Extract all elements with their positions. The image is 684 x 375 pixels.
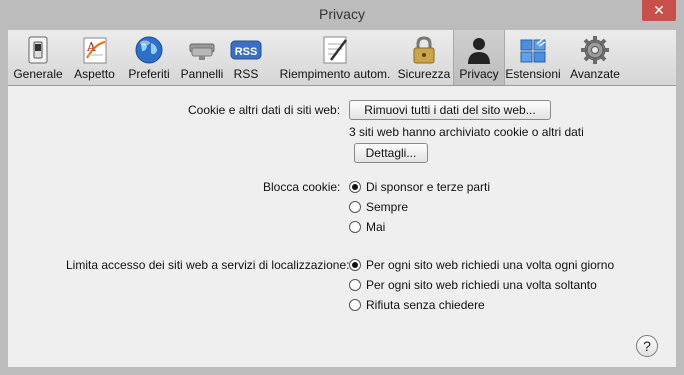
rss-icon: RSS: [230, 40, 262, 60]
cookies-info-text: 3 siti web hanno archiviato cookie o alt…: [349, 125, 584, 139]
tab-label: Avanzate: [570, 67, 620, 81]
tab-avanzate[interactable]: Avanzate: [564, 30, 626, 85]
tab-label: Privacy: [459, 67, 499, 81]
radio-label: Di sponsor e terze parti: [366, 180, 491, 194]
tab-label: Riempimento autom.: [279, 67, 391, 81]
tab-label: Sicurezza: [397, 67, 451, 81]
location-services-label: Limita accesso dei siti web a servizi di…: [66, 258, 350, 272]
radio-label: Per ogni sito web richiedi una volta ogn…: [366, 258, 615, 272]
tab-privacy[interactable]: Privacy: [453, 30, 505, 85]
window-title: Privacy: [319, 6, 365, 22]
location-once-only-radio[interactable]: [349, 279, 361, 291]
padlock-icon: [413, 36, 435, 64]
location-deny-radio[interactable]: [349, 299, 361, 311]
tabs-icon: [189, 43, 215, 60]
globe-icon: [135, 36, 163, 64]
font-style-icon: A: [83, 37, 106, 64]
radio-label: Sempre: [366, 200, 409, 214]
preferences-window: Privacy ✕ Generale A Aspetto Preferiti P…: [0, 0, 684, 375]
cookies-label: Cookie e altri dati di siti web:: [188, 103, 341, 117]
location-once-per-day-radio[interactable]: [349, 259, 361, 271]
block-cookies-label: Blocca cookie:: [263, 180, 341, 194]
tab-aspetto[interactable]: A Aspetto: [68, 30, 121, 85]
details-button[interactable]: Dettagli...: [354, 143, 428, 163]
tab-label: Pannelli: [180, 67, 224, 81]
radio-label: Mai: [366, 220, 386, 234]
tab-riempimento-autom[interactable]: Riempimento autom.: [271, 30, 399, 85]
gear-icon: [581, 36, 609, 64]
block-cookies-always-radio[interactable]: [349, 201, 361, 213]
tab-label: Preferiti: [128, 67, 170, 81]
tab-label: Estensioni: [505, 67, 561, 81]
svg-text:RSS: RSS: [235, 46, 258, 58]
person-silhouette-icon: [468, 38, 490, 64]
puzzle-icon: [520, 37, 546, 63]
radio-label: Per ogni sito web richiedi una volta sol…: [366, 278, 597, 292]
autofill-pen-icon: [323, 36, 347, 64]
remove-all-website-data-button[interactable]: Rimuovi tutti i dati del sito web...: [349, 100, 551, 120]
tab-label: Aspetto: [74, 67, 115, 81]
preferences-toolbar: Generale A Aspetto Preferiti Pannelli RS…: [8, 30, 676, 86]
tab-generale[interactable]: Generale: [8, 30, 68, 85]
tab-pannelli[interactable]: Pannelli: [177, 30, 227, 85]
tab-rss[interactable]: RSS RSS: [227, 30, 265, 85]
tab-label: RSS: [233, 67, 259, 81]
close-button[interactable]: ✕: [642, 0, 676, 21]
help-button[interactable]: ?: [636, 335, 658, 357]
tab-sicurezza[interactable]: Sicurezza: [396, 30, 452, 85]
switch-icon: [28, 36, 48, 64]
tab-preferiti[interactable]: Preferiti: [121, 30, 177, 85]
tab-label: Generale: [13, 67, 63, 81]
tab-estensioni[interactable]: Estensioni: [504, 30, 562, 85]
radio-label: Rifiuta senza chiedere: [366, 298, 485, 312]
privacy-pane: Cookie e altri dati di siti web: Rimuovi…: [8, 86, 676, 367]
title-bar: Privacy ✕: [0, 0, 684, 30]
block-cookies-never-radio[interactable]: [349, 221, 361, 233]
block-cookies-third-party-radio[interactable]: [349, 181, 361, 193]
